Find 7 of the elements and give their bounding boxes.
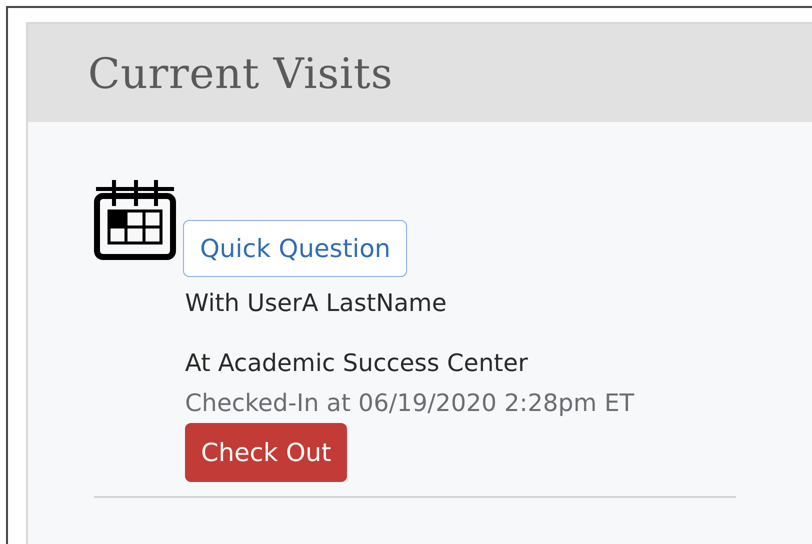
location-text: At Academic Success Center (185, 349, 528, 377)
visit-type-button[interactable]: Quick Question (183, 220, 408, 277)
advisor-text: With UserA LastName (185, 289, 447, 317)
check-in-time: Checked-In at 06/19/2020 2:28pm ET (185, 389, 634, 417)
calendar-icon (94, 178, 176, 260)
panel-title: Current Visits (88, 48, 393, 98)
check-out-button[interactable]: Check Out (185, 423, 348, 482)
